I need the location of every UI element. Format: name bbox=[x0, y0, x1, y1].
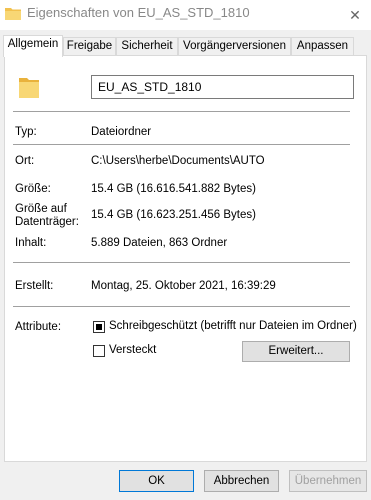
contents-value: 5.889 Dateien, 863 Ordner bbox=[91, 237, 228, 249]
title-bar: Eigenschaften von EU_AS_STD_1810 ✕ bbox=[0, 0, 371, 30]
created-label: Erstellt: bbox=[15, 280, 54, 292]
tab-allgemein[interactable]: Allgemein bbox=[3, 35, 63, 57]
divider bbox=[13, 306, 350, 307]
tab-sicherheit[interactable]: Sicherheit bbox=[116, 37, 178, 55]
divider bbox=[13, 111, 350, 112]
tab-vorgaengerversionen[interactable]: Vorgängerversionen bbox=[178, 37, 291, 55]
folder-icon bbox=[5, 8, 21, 20]
general-panel: Typ: Dateiordner Ort: C:\Users\herbe\Doc… bbox=[4, 55, 367, 462]
window-title: Eigenschaften von EU_AS_STD_1810 bbox=[27, 5, 250, 20]
location-value: C:\Users\herbe\Documents\AUTO bbox=[91, 155, 265, 167]
hidden-checkbox[interactable] bbox=[93, 345, 105, 357]
size-label: Größe: bbox=[15, 183, 51, 195]
disk-size-label-line1: Größe auf bbox=[15, 203, 67, 215]
disk-size-value: 15.4 GB (16.623.251.456 Bytes) bbox=[91, 209, 256, 221]
close-icon: ✕ bbox=[349, 6, 361, 23]
cancel-button[interactable]: Abbrechen bbox=[204, 470, 279, 492]
readonly-checkbox[interactable] bbox=[93, 321, 105, 333]
ok-button[interactable]: OK bbox=[119, 470, 194, 492]
advanced-button[interactable]: Erweitert... bbox=[242, 341, 350, 362]
hidden-label: Versteckt bbox=[109, 344, 157, 356]
attributes-label: Attribute: bbox=[15, 321, 62, 333]
size-value: 15.4 GB (16.616.541.882 Bytes) bbox=[91, 183, 256, 195]
disk-size-label-line2: Datenträger: bbox=[15, 216, 79, 228]
contents-label: Inhalt: bbox=[15, 237, 47, 249]
divider bbox=[13, 144, 350, 145]
type-label: Typ: bbox=[15, 126, 37, 138]
folder-icon bbox=[19, 78, 39, 98]
close-button[interactable]: ✕ bbox=[339, 0, 371, 30]
tab-freigabe[interactable]: Freigabe bbox=[63, 37, 116, 55]
tab-anpassen[interactable]: Anpassen bbox=[291, 37, 354, 55]
type-value: Dateiordner bbox=[91, 126, 152, 138]
readonly-label: Schreibgeschützt (betrifft nur Dateien i… bbox=[109, 320, 357, 332]
created-value: Montag, 25. Oktober 2021, 16:39:29 bbox=[91, 280, 276, 292]
divider bbox=[13, 262, 350, 263]
location-label: Ort: bbox=[15, 155, 35, 167]
apply-button[interactable]: Übernehmen bbox=[289, 470, 367, 492]
folder-name-input[interactable] bbox=[91, 75, 354, 99]
disk-size-label: Größe auf Datenträger: bbox=[15, 203, 79, 229]
tab-strip: Allgemein Freigabe Sicherheit Vorgängerv… bbox=[0, 35, 371, 57]
